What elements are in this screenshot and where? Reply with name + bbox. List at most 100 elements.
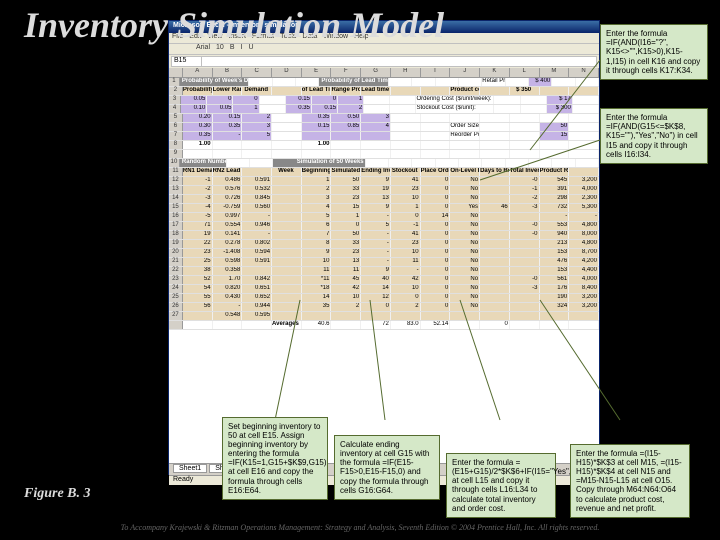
cell[interactable]: 3: [302, 195, 332, 203]
cell[interactable]: [506, 78, 529, 86]
cell[interactable]: [272, 132, 302, 140]
cell[interactable]: [552, 159, 575, 167]
cell[interactable]: 0.576: [213, 186, 243, 194]
cell[interactable]: [390, 105, 416, 113]
cell[interactable]: 54: [183, 285, 213, 293]
cell[interactable]: [421, 87, 451, 95]
cell[interactable]: Lower Range of RN: [213, 87, 243, 95]
cell[interactable]: 0.591: [242, 258, 272, 266]
cell[interactable]: [480, 195, 510, 203]
cell[interactable]: No: [450, 186, 480, 194]
cell[interactable]: $ 400: [529, 78, 552, 86]
cell[interactable]: 190: [540, 294, 570, 302]
cell[interactable]: [242, 150, 272, 158]
cell[interactable]: Place Order?: [421, 168, 451, 176]
cell[interactable]: 50: [540, 123, 570, 131]
cell[interactable]: 298: [540, 195, 570, 203]
col-head[interactable]: E: [302, 68, 332, 77]
cell[interactable]: [331, 141, 361, 149]
cell[interactable]: [213, 321, 243, 329]
cell[interactable]: -: [213, 303, 243, 311]
col-head[interactable]: D: [272, 68, 302, 77]
cell[interactable]: [569, 114, 599, 122]
cell[interactable]: No: [450, 267, 480, 275]
cell[interactable]: No: [450, 276, 480, 284]
cell[interactable]: 42: [391, 276, 421, 284]
cell[interactable]: [302, 312, 332, 320]
cell[interactable]: [459, 78, 482, 86]
cell[interactable]: 0: [421, 285, 451, 293]
cell[interactable]: [480, 249, 510, 257]
cell[interactable]: 0.652: [242, 294, 272, 302]
cell[interactable]: [480, 294, 510, 302]
col-head[interactable]: C: [242, 68, 272, 77]
cell[interactable]: 3,200: [569, 177, 599, 185]
cell[interactable]: 0.30: [183, 123, 213, 131]
cell[interactable]: 14: [421, 213, 451, 221]
cell[interactable]: [421, 150, 451, 158]
cell[interactable]: RN2 Lead Time: [213, 168, 243, 176]
cell[interactable]: 38: [183, 267, 213, 275]
cell[interactable]: [510, 321, 540, 329]
cell[interactable]: 14: [302, 294, 332, 302]
cell[interactable]: [569, 321, 599, 329]
cell[interactable]: Stockout Cost ($/unit):: [416, 105, 494, 113]
cell[interactable]: *11: [302, 276, 332, 284]
cell[interactable]: 8,400: [569, 285, 599, 293]
cell[interactable]: 0: [421, 231, 451, 239]
cell[interactable]: 0.35: [213, 123, 243, 131]
cell[interactable]: [302, 150, 332, 158]
cell[interactable]: [183, 321, 213, 329]
cell[interactable]: -0: [510, 276, 540, 284]
cell[interactable]: 33: [331, 240, 361, 248]
cell[interactable]: No: [450, 213, 480, 221]
cell[interactable]: [480, 285, 510, 293]
cell[interactable]: 56: [183, 303, 213, 311]
cell[interactable]: *18: [302, 285, 332, 293]
cell[interactable]: 0.845: [242, 195, 272, 203]
cell[interactable]: [391, 312, 421, 320]
cell[interactable]: 45: [331, 276, 361, 284]
cell[interactable]: [569, 168, 599, 176]
cell[interactable]: [573, 105, 599, 113]
cell[interactable]: [242, 267, 272, 275]
cell[interactable]: [421, 123, 451, 131]
cell[interactable]: 4,000: [569, 276, 599, 284]
cell[interactable]: [213, 150, 243, 158]
cell[interactable]: Product cost:: [450, 87, 480, 95]
col-head[interactable]: [169, 68, 183, 77]
cell[interactable]: 13: [361, 195, 391, 203]
cell[interactable]: 0: [421, 267, 451, 275]
cell[interactable]: Range Probability: [331, 87, 361, 95]
cell[interactable]: 10: [391, 249, 421, 257]
cell[interactable]: 0.85: [331, 123, 361, 131]
cell[interactable]: 391: [540, 186, 570, 194]
cell[interactable]: 3,200: [569, 303, 599, 311]
cell[interactable]: [389, 159, 412, 167]
cell[interactable]: 4,000: [569, 186, 599, 194]
cell[interactable]: No: [450, 222, 480, 230]
cell[interactable]: [576, 78, 599, 86]
cell[interactable]: 4,200: [569, 258, 599, 266]
cell[interactable]: -3: [510, 285, 540, 293]
cell[interactable]: [510, 258, 540, 266]
cell[interactable]: [569, 312, 599, 320]
cell[interactable]: Simulation of 50 Weeks: [273, 159, 365, 167]
cell[interactable]: [250, 159, 273, 167]
cell[interactable]: 2: [302, 186, 332, 194]
cell[interactable]: [569, 150, 599, 158]
cell[interactable]: 0: [421, 303, 451, 311]
cell[interactable]: 0: [233, 96, 259, 104]
col-head[interactable]: A: [183, 68, 213, 77]
cell[interactable]: 8: [302, 240, 332, 248]
cell[interactable]: 213: [540, 240, 570, 248]
cell[interactable]: 10: [331, 294, 361, 302]
col-head[interactable]: N: [569, 68, 599, 77]
cell[interactable]: 0.595: [242, 312, 272, 320]
cell[interactable]: 10: [391, 195, 421, 203]
cell[interactable]: -1.408: [213, 249, 243, 257]
cell[interactable]: 3: [361, 114, 391, 122]
cell[interactable]: [540, 87, 570, 95]
cell[interactable]: 23: [391, 240, 421, 248]
cell[interactable]: Retail Price: [482, 78, 505, 86]
